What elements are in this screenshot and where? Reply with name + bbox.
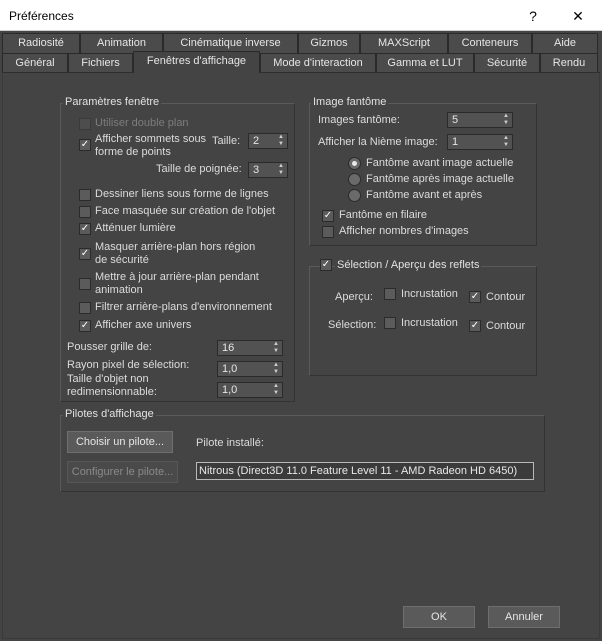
- tab-viewports[interactable]: Fenêtres d'affichage: [133, 51, 260, 73]
- spinner-arrows-icon[interactable]: ▲ ▼: [277, 163, 285, 177]
- ghost-before-label: Fantôme avant image actuelle: [366, 157, 514, 169]
- show-vertices-label-line1: Afficher sommets sous: [95, 133, 207, 145]
- highlight-legend: Sélection / Aperçu des reflets: [335, 259, 482, 271]
- preview-inlay-label: Incrustation: [401, 288, 458, 300]
- grid-nudge-spinner[interactable]: 16 ▲ ▼: [217, 340, 283, 356]
- mask-bg-label-line1: Masquer arrière-plan hors région: [95, 241, 256, 253]
- spinner-arrows-icon[interactable]: ▲ ▼: [502, 113, 510, 127]
- nonscale-value: 1,0: [222, 384, 238, 396]
- handle-size-value: 3: [253, 164, 260, 176]
- handle-size-label: Taille de poignée:: [156, 163, 242, 175]
- tab-render[interactable]: Rendu: [540, 53, 598, 73]
- show-axis-checkbox[interactable]: ✓: [79, 320, 91, 332]
- selection-inlay-checkbox[interactable]: [384, 317, 396, 329]
- ghost-frames-value: 5: [452, 114, 459, 126]
- handle-size-spinner[interactable]: 3 ▲ ▼: [248, 162, 288, 178]
- backface-label: Face masquée sur création de l'objet: [95, 205, 276, 217]
- highlight-enable-checkbox[interactable]: ✓: [320, 259, 332, 271]
- filter-env-checkbox[interactable]: [79, 302, 91, 314]
- selection-label: Sélection:: [328, 319, 377, 331]
- ok-button[interactable]: OK: [403, 606, 475, 628]
- nth-frame-spinner[interactable]: 1 ▲ ▼: [447, 134, 513, 150]
- pick-radius-spinner[interactable]: 1,0 ▲ ▼: [217, 361, 283, 377]
- preview-inlay-checkbox[interactable]: [384, 288, 396, 300]
- grid-nudge-value: 16: [222, 342, 235, 354]
- spinner-arrows-icon[interactable]: ▲ ▼: [272, 362, 280, 376]
- frame-numbers-checkbox[interactable]: [322, 226, 334, 238]
- tab-security[interactable]: Sécurité: [474, 53, 540, 73]
- tab-maxscript[interactable]: MAXScript: [360, 33, 448, 53]
- tab-inverse-kinematics[interactable]: Cinématique inverse: [163, 33, 298, 53]
- attenuate-label: Atténuer lumière: [95, 222, 176, 234]
- update-bg-label-line2: animation: [95, 284, 143, 296]
- viewport-params-legend: Paramètres fenêtre: [63, 96, 162, 108]
- mask-bg-label-line2: de sécurité: [95, 254, 149, 266]
- preview-outline-label: Contour: [486, 291, 526, 303]
- draw-links-checkbox[interactable]: [79, 189, 91, 201]
- filter-env-label: Filtrer arrière-plans d'environnement: [95, 301, 272, 313]
- nth-frame-value: 1: [452, 136, 459, 148]
- tab-help[interactable]: Aide: [532, 33, 598, 53]
- ghost-before-radio[interactable]: [348, 157, 361, 170]
- selection-outline-label: Contour: [486, 320, 526, 332]
- preview-outline-checkbox[interactable]: ✓: [469, 291, 481, 303]
- tab-files[interactable]: Fichiers: [68, 53, 133, 73]
- ghost-frames-spinner[interactable]: 5 ▲ ▼: [447, 112, 513, 128]
- ghost-frames-label: Images fantôme:: [318, 114, 400, 126]
- ghost-wireframe-checkbox[interactable]: ✓: [322, 210, 334, 222]
- frame-numbers-label: Afficher nombres d'images: [339, 225, 469, 237]
- tab-general[interactable]: Général: [2, 53, 68, 73]
- installed-driver-field: Nitrous (Direct3D 11.0 Feature Level 11 …: [196, 462, 534, 480]
- nonscale-spinner[interactable]: 1,0 ▲ ▼: [217, 382, 283, 398]
- pick-radius-value: 1,0: [222, 363, 238, 375]
- installed-driver-label: Pilote installé:: [196, 437, 264, 449]
- ghost-after-radio[interactable]: [348, 173, 361, 186]
- spinner-arrows-icon[interactable]: ▲ ▼: [502, 135, 510, 149]
- help-button[interactable]: ?: [513, 4, 553, 28]
- spinner-arrows-icon[interactable]: ▲ ▼: [277, 134, 285, 148]
- draw-links-label: Dessiner liens sous forme de lignes: [95, 188, 269, 200]
- size-spinner[interactable]: 2 ▲ ▼: [248, 133, 288, 149]
- nonscale-label-line2: redimensionnable:: [67, 386, 157, 398]
- display-drivers-legend: Pilotes d'affichage: [63, 408, 156, 420]
- preview-label: Aperçu:: [335, 291, 373, 303]
- choose-driver-button[interactable]: Choisir un pilote...: [67, 431, 173, 453]
- configure-driver-button[interactable]: Configurer le pilote...: [67, 461, 178, 483]
- window-title: Préférences: [9, 9, 74, 23]
- ghost-legend: Image fantôme: [311, 96, 389, 108]
- tab-gamma-lut[interactable]: Gamma et LUT: [376, 53, 474, 73]
- update-bg-checkbox[interactable]: [79, 278, 91, 290]
- attenuate-checkbox[interactable]: ✓: [79, 223, 91, 235]
- ghost-wireframe-label: Fantôme en filaire: [339, 209, 428, 221]
- close-button[interactable]: ✕: [558, 4, 598, 28]
- tab-containers[interactable]: Conteneurs: [448, 33, 532, 53]
- ghost-both-label: Fantôme avant et après: [366, 189, 483, 201]
- tab-radiosity[interactable]: Radiosité: [2, 33, 80, 53]
- ghost-both-radio[interactable]: [348, 189, 361, 202]
- ghost-after-label: Fantôme après image actuelle: [366, 173, 514, 185]
- grid-nudge-label: Pousser grille de:: [67, 341, 152, 353]
- tab-interaction-mode[interactable]: Mode d'interaction: [260, 53, 376, 73]
- title-bar: Préférences ? ✕: [0, 0, 602, 31]
- show-axis-label: Afficher axe univers: [95, 319, 192, 331]
- double-plan-label: Utiliser double plan: [95, 117, 189, 129]
- size-value: 2: [253, 135, 260, 147]
- nth-frame-label: Afficher la Nième image:: [318, 136, 438, 148]
- show-vertices-label-line2: forme de points: [95, 146, 171, 158]
- selection-outline-checkbox[interactable]: ✓: [469, 320, 481, 332]
- show-vertices-checkbox[interactable]: ✓: [79, 139, 91, 151]
- tab-animation[interactable]: Animation: [80, 33, 163, 53]
- double-plan-checkbox[interactable]: [79, 118, 91, 130]
- selection-inlay-label: Incrustation: [401, 317, 458, 329]
- backface-checkbox[interactable]: [79, 206, 91, 218]
- cancel-button[interactable]: Annuler: [488, 606, 560, 628]
- update-bg-label-line1: Mettre à jour arrière-plan pendant: [95, 271, 259, 283]
- size-label: Taille:: [212, 135, 241, 147]
- mask-bg-checkbox[interactable]: ✓: [79, 248, 91, 260]
- spinner-arrows-icon[interactable]: ▲ ▼: [272, 341, 280, 355]
- nonscale-label-line1: Taille d'objet non: [67, 373, 149, 385]
- pick-radius-label: Rayon pixel de sélection:: [67, 359, 190, 371]
- spinner-arrows-icon[interactable]: ▲ ▼: [272, 383, 280, 397]
- tab-gizmos[interactable]: Gizmos: [298, 33, 360, 53]
